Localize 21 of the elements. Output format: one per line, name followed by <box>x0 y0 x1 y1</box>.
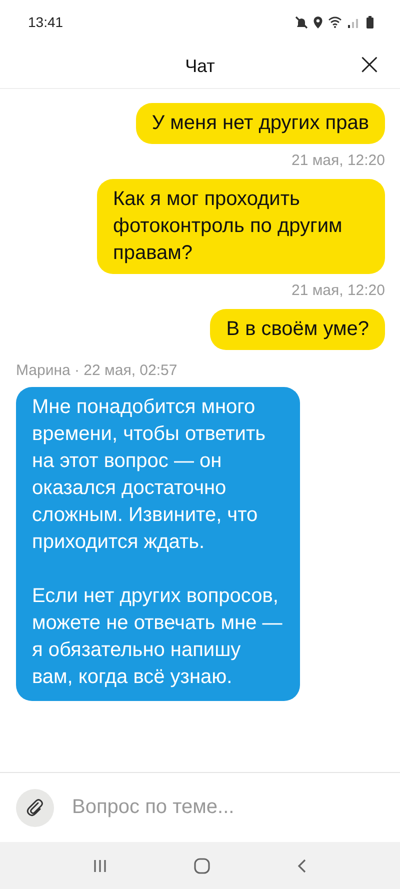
home-icon[interactable] <box>192 856 211 874</box>
back-icon[interactable] <box>296 858 308 874</box>
recent-apps-icon[interactable] <box>92 858 108 874</box>
sent-message: В в своём уме? <box>210 309 385 350</box>
wifi-icon <box>328 16 342 28</box>
sender-meta: Марина · 22 мая, 02:57 <box>16 362 178 379</box>
paperclip-icon <box>25 798 45 818</box>
window-title: Чат <box>185 56 215 76</box>
battery-icon <box>366 16 374 28</box>
sent-message: Как я мог проходить фотоконтроль по другим правам? <box>97 179 385 274</box>
close-button[interactable]: × <box>352 50 386 80</box>
location-icon <box>313 16 323 28</box>
attach-button[interactable] <box>16 788 54 826</box>
mute-icon <box>295 16 308 28</box>
message-time: 21 мая, 12:20 <box>291 152 385 169</box>
status-time: 13:41 <box>28 14 64 30</box>
message-input[interactable]: Вопрос по теме... <box>70 795 384 820</box>
sent-message: У меня нет других прав <box>136 103 385 144</box>
message-time: 21 мая, 12:20 <box>291 282 385 299</box>
signal-icon <box>347 16 361 28</box>
received-message: Мне понадобится много времени, чтобы ответить на этот вопрос — он оказался достаточно сложным. Извините, что приходится ждать. Если нет других вопросов, можете не отвечать мне — я обязательно напишу вам, когда всё узнаю. <box>16 387 300 701</box>
